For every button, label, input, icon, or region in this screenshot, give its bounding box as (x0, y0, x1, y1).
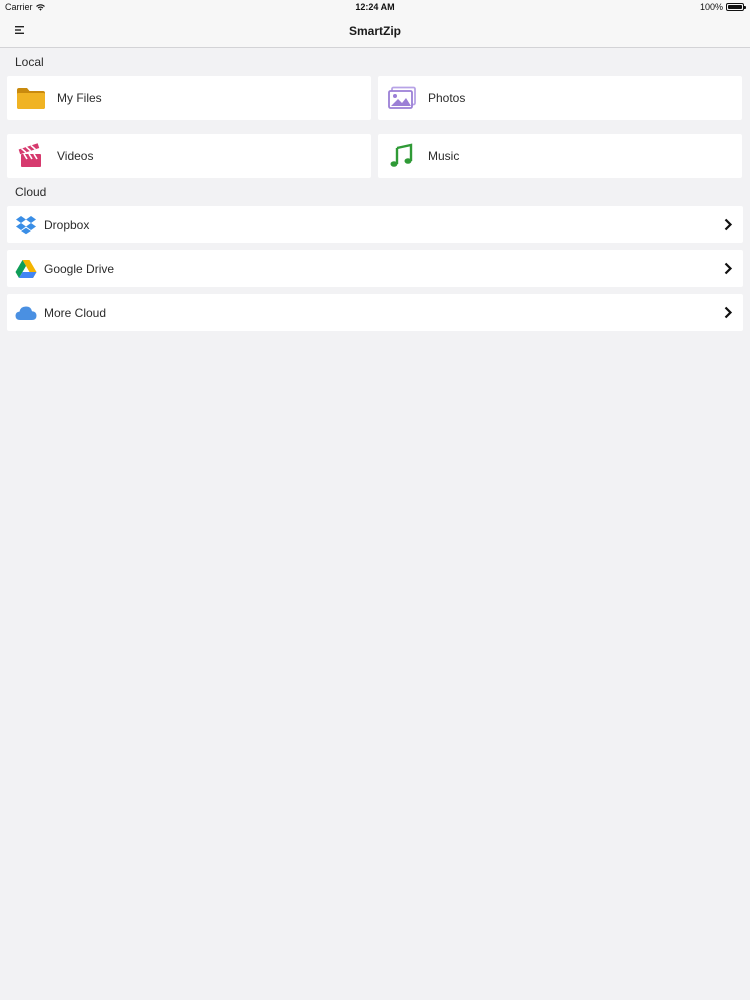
battery-percent: 100% (699, 2, 723, 12)
cloud-item-label: Google Drive (44, 261, 115, 276)
section-header-cloud: Cloud (15, 185, 47, 199)
cloud-item-more-cloud[interactable]: More Cloud (7, 294, 743, 331)
chevron-right-icon (724, 218, 733, 231)
local-item-my-files[interactable]: My Files (7, 76, 371, 120)
folder-icon (15, 84, 47, 112)
local-item-label: Videos (57, 149, 94, 163)
battery-indicator: 100% (699, 2, 746, 12)
section-header-local: Local (15, 55, 44, 69)
cloud-list: Dropbox Google Drive More Cloud (0, 206, 750, 331)
dropbox-icon (15, 214, 37, 236)
music-note-icon (386, 142, 418, 170)
cloud-item-google-drive[interactable]: Google Drive (7, 250, 743, 287)
navigation-bar: SmartZip (0, 14, 750, 48)
google-drive-icon (15, 258, 37, 280)
local-item-music[interactable]: Music (378, 134, 742, 178)
local-item-label: My Files (57, 91, 102, 105)
cloud-item-label: More Cloud (44, 305, 107, 320)
local-item-videos[interactable]: Videos (7, 134, 371, 178)
cloud-item-label: Dropbox (44, 217, 90, 232)
local-item-photos[interactable]: Photos (378, 76, 742, 120)
local-item-label: Photos (428, 91, 466, 105)
battery-icon (726, 3, 746, 11)
cloud-item-dropbox[interactable]: Dropbox (7, 206, 743, 243)
battery-fill (728, 5, 742, 9)
clapperboard-icon (15, 142, 47, 170)
clock: 12:24 AM (355, 2, 395, 12)
page-title: SmartZip (348, 24, 401, 38)
status-bar: Carrier 12:24 AM 100% (0, 0, 750, 14)
local-grid: My Files Photos Videos Music (0, 76, 750, 178)
chevron-right-icon (724, 262, 733, 275)
photos-icon (386, 84, 418, 112)
chevron-right-icon (724, 306, 733, 319)
local-item-label: Music (428, 149, 460, 163)
cloud-icon (15, 302, 37, 324)
